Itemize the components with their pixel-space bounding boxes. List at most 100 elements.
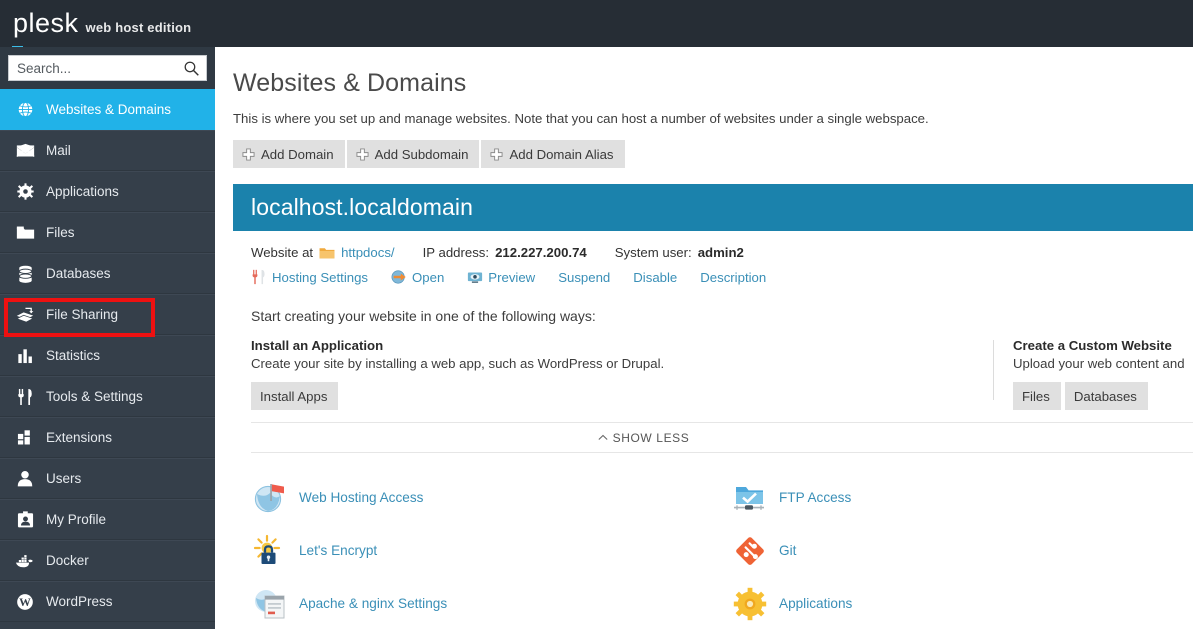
sidebar-item-my-profile[interactable]: My Profile [0,499,215,540]
domain-name: localhost.localdomain [251,194,474,220]
sidebar-item-label: Users [46,470,82,486]
open-link[interactable]: Open [412,270,444,285]
applications-gear-icon [733,587,767,620]
show-less-row: SHOW LESS [251,422,1193,452]
creation-options: Install an Application Create your site … [251,338,1193,410]
sidebar-item-label: Files [46,224,75,240]
disable-link[interactable]: Disable [633,270,677,285]
start-creating-text: Start creating your website in one of th… [251,308,596,324]
tile-label[interactable]: Web Hosting Access [299,490,423,505]
sidebar-item-label: Mail [46,142,71,158]
custom-website-text: Upload your web content and [1013,356,1185,371]
tile-web-hosting-access[interactable]: Web Hosting Access [251,471,731,524]
databases-button[interactable]: Databases [1064,382,1148,410]
domain-card: localhost.localdomain Website at httpdoc… [233,184,1193,629]
plus-icon [490,147,503,161]
preview-eye-icon [468,272,483,283]
files-button[interactable]: Files [1013,382,1061,410]
website-at-label: Website at [251,245,314,260]
tile-label[interactable]: Let's Encrypt [299,543,377,558]
sidebar-item-statistics[interactable]: Statistics [0,335,215,376]
system-user-value: admin2 [697,245,744,260]
tile-label[interactable]: Apache & nginx Settings [299,596,447,611]
sidebar-item-applications[interactable]: Applications [0,171,215,212]
tile-apache-nginx-settings[interactable]: Apache & nginx Settings [251,577,731,629]
sidebar-item-users[interactable]: Users [0,458,215,499]
user-icon [14,469,36,489]
id-card-icon [14,510,36,530]
sidebar-item-file-sharing[interactable]: File Sharing [0,294,215,335]
install-application-text: Create your site by installing a web app… [251,356,665,371]
tile-git[interactable]: Git [731,524,1193,577]
tile-lets-encrypt[interactable]: Let's Encrypt [251,524,731,577]
docker-whale-icon [14,551,36,571]
fork-knife-icon [14,387,36,407]
sidebar-item-tools-settings[interactable]: Tools & Settings [0,376,215,417]
suspend-link[interactable]: Suspend [558,270,610,285]
domain-card-body: Website at httpdocs/ IP address: 212.227… [233,231,1193,629]
custom-website-heading: Create a Custom Website [1013,338,1172,353]
sidebar-item-label: Extensions [46,429,113,445]
top-bar: plesk web host edition [0,0,1193,48]
file-sharing-icon [14,305,36,325]
show-less-label: SHOW LESS [612,430,690,445]
sidebar-item-label: My Profile [46,511,107,527]
svg-text:W: W [19,596,31,609]
add-domain-alias-button[interactable]: Add Domain Alias [481,140,625,168]
web-hosting-access-icon [254,483,284,512]
preview-link[interactable]: Preview [488,270,535,285]
tile-ftp-access[interactable]: FTP Access [731,471,1193,524]
add-domain-button[interactable]: Add Domain [233,140,345,168]
sidebar-item-extensions[interactable]: Extensions [0,417,215,458]
sidebar-item-label: Statistics [46,347,101,363]
docroot-link[interactable]: httpdocs/ [341,245,395,260]
install-buttons: Install Apps [251,382,993,410]
domain-action-links: Hosting Settings Open Preview Suspend Di… [251,269,1193,285]
database-icon [14,264,36,284]
sidebar-item-wordpress[interactable]: W WordPress [0,581,215,622]
sidebar-item-label: Websites & Domains [46,101,172,117]
sidebar-item-databases[interactable]: Databases [0,253,215,294]
sidebar: Websites & Domains Mail [0,47,215,629]
fork-knife-icon [252,269,265,285]
ftp-access-icon [734,486,764,510]
tile-applications[interactable]: Applications [731,577,1193,629]
sidebar-item-label: File Sharing [46,306,119,322]
tile-label[interactable]: FTP Access [779,490,851,505]
gear-icon [14,182,36,202]
logo-edition-text: web host edition [85,20,192,35]
sidebar-item-label: Databases [46,265,111,281]
search-input[interactable] [9,56,206,80]
plesk-logo[interactable]: plesk web host edition [0,10,192,48]
bar-chart-icon [14,346,36,366]
apache-nginx-icon [255,589,285,618]
feature-tiles-right-column: FTP Access Git Applications [731,471,1193,629]
install-application-column: Install an Application Create your site … [251,338,993,410]
sidebar-search-zone [0,47,215,89]
custom-website-buttons: Files Databases [1013,382,1185,410]
sidebar-item-docker[interactable]: Docker [0,540,215,581]
git-icon [736,536,764,565]
sidebar-item-label: Docker [46,552,89,568]
description-link[interactable]: Description [700,270,766,285]
button-label: Add Subdomain [374,146,469,162]
main-content: Websites & Domains This is where you set… [215,47,1193,629]
plus-icon [242,147,255,161]
install-apps-button[interactable]: Install Apps [251,382,339,410]
lets-encrypt-icon [253,534,281,564]
hosting-settings-link[interactable]: Hosting Settings [272,270,368,285]
sidebar-item-mail[interactable]: Mail [0,130,215,171]
globe-icon [14,100,36,120]
button-label: Add Domain [261,146,334,162]
search-box[interactable] [8,55,207,81]
tile-label[interactable]: Git [779,543,796,558]
domain-card-header: localhost.localdomain [233,184,1193,231]
sidebar-item-files[interactable]: Files [0,212,215,253]
tile-label[interactable]: Applications [779,596,852,611]
add-subdomain-button[interactable]: Add Subdomain [346,140,480,168]
system-user-label: System user: [614,245,692,260]
button-label: Add Domain Alias [509,146,614,162]
sidebar-item-websites-domains[interactable]: Websites & Domains [0,89,215,130]
ip-address-label: IP address: [422,245,490,260]
show-less-toggle[interactable]: SHOW LESS [598,431,690,445]
